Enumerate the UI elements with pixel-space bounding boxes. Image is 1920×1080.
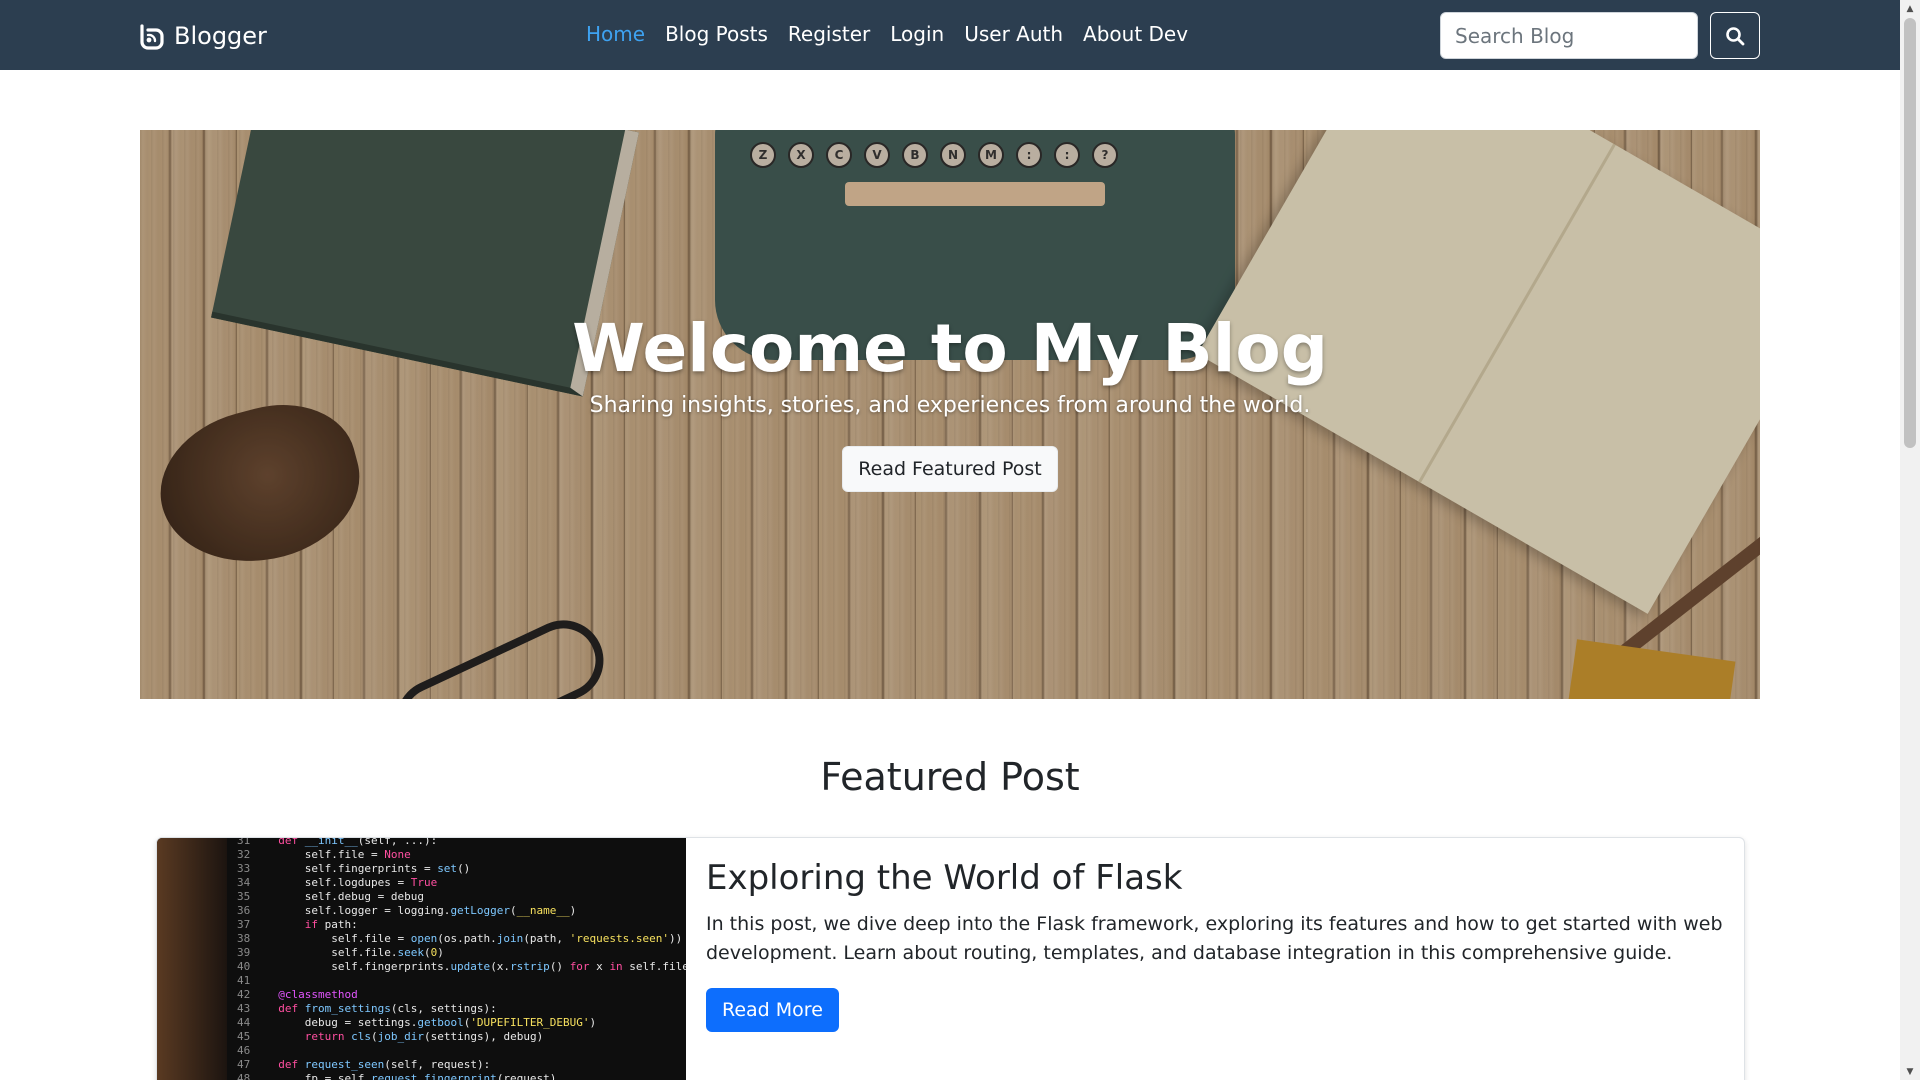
brand-link[interactable]: Blogger [138, 20, 267, 52]
search-icon [1726, 26, 1745, 45]
scroll-down-icon[interactable]: ▼ [1900, 1063, 1920, 1080]
nav-link-user-auth[interactable]: User Auth [964, 22, 1063, 46]
nav-link-blog-posts[interactable]: Blog Posts [665, 22, 768, 46]
nav-link-login[interactable]: Login [890, 22, 944, 46]
featured-heading: Featured Post [820, 755, 1080, 799]
top-navbar: Blogger Home Blog Posts Register Login U… [0, 0, 1900, 70]
nav-link-about-dev[interactable]: About Dev [1083, 22, 1188, 46]
featured-post-image: 31 def __init__(self, ...): 32 self.file… [157, 838, 686, 1080]
search-input[interactable] [1440, 12, 1698, 59]
hero-subtitle: Sharing insights, stories, and experienc… [589, 393, 1311, 418]
brand-name: Blogger [174, 22, 267, 50]
featured-post-excerpt: In this post, we dive deep into the Flas… [706, 913, 1723, 964]
page-scrollbar[interactable]: ▲ ▼ [1900, 0, 1920, 1080]
hero-title: Welcome to My Blog [572, 310, 1328, 387]
read-featured-post-button[interactable]: Read Featured Post [842, 446, 1058, 492]
read-more-button[interactable]: Read More [706, 988, 839, 1032]
search-button[interactable] [1710, 12, 1760, 59]
hero-banner: Z X C V B N M : : ? Welcome to My Blog S… [140, 130, 1760, 699]
featured-post-title: Exploring the World of Flask [706, 858, 1183, 898]
nav-link-register[interactable]: Register [788, 22, 870, 46]
scrollbar-thumb[interactable] [1904, 18, 1916, 448]
featured-post-body: Exploring the World of Flask In this pos… [706, 858, 1726, 1032]
scroll-up-icon[interactable]: ▲ [1900, 0, 1920, 17]
main-nav: Home Blog Posts Register Login User Auth… [576, 22, 1198, 46]
featured-post-card: 31 def __init__(self, ...): 32 self.file… [156, 837, 1745, 1080]
nav-link-home[interactable]: Home [586, 22, 645, 46]
hero-content: Welcome to My Blog Sharing insights, sto… [140, 310, 1760, 492]
blogger-icon [140, 24, 164, 50]
